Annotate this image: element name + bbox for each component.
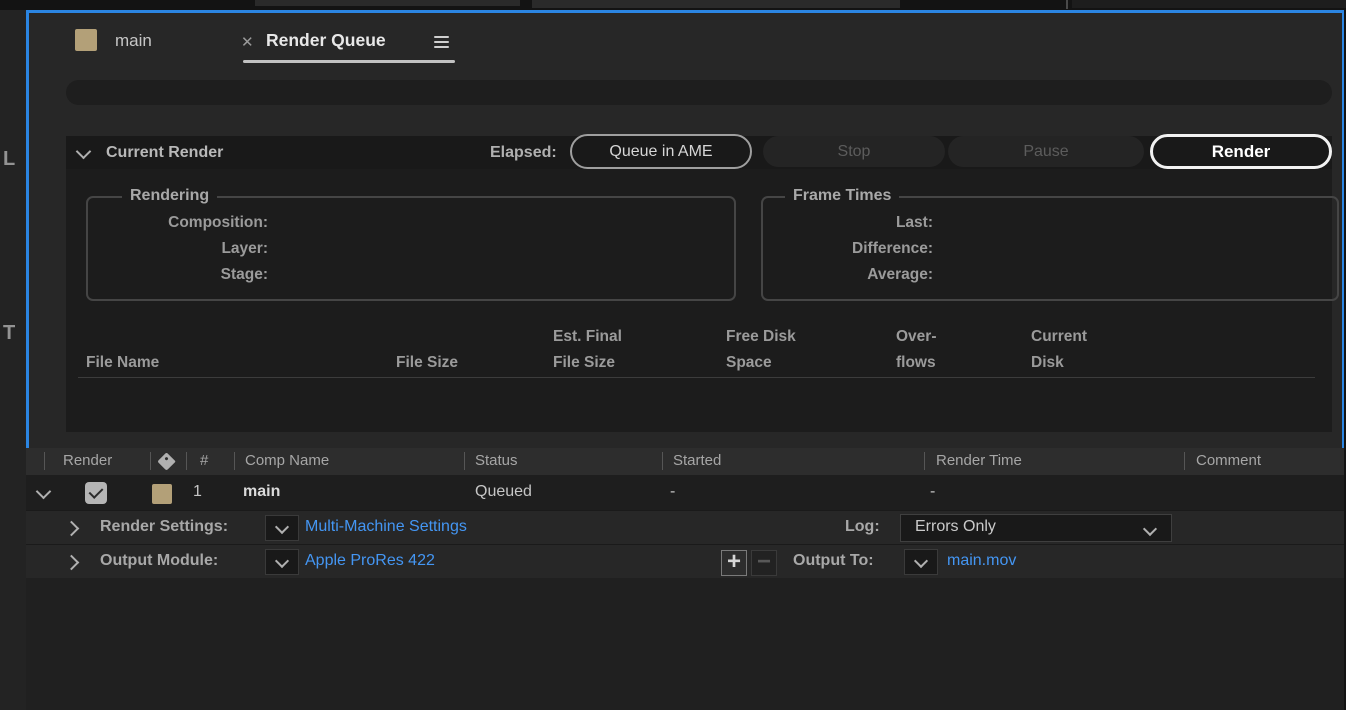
composition-label: Composition: [168, 214, 268, 231]
col-current-disk: Current Disk [1031, 328, 1087, 371]
row-comp-name[interactable]: main [243, 483, 280, 501]
frame-times-group-title: Frame Times [785, 187, 900, 205]
expand-render-settings-icon[interactable] [63, 520, 80, 537]
header-comment: Comment [1196, 452, 1262, 469]
header-comp-name: Comp Name [245, 452, 330, 469]
log-dropdown-value: Errors Only [915, 518, 996, 535]
column-separator [234, 452, 235, 470]
comp-tab-color-chip [75, 29, 97, 51]
column-separator [150, 452, 151, 470]
elapsed-label: Elapsed: [490, 144, 557, 161]
output-to-link[interactable]: main.mov [947, 552, 1016, 570]
output-module-row: Output Module: Apple ProRes 422 + − Outp… [26, 544, 1344, 578]
add-output-module-button[interactable]: + [721, 550, 747, 576]
rendering-group: Rendering Composition: Layer: Stage: [86, 187, 736, 301]
header-status: Status [475, 452, 518, 469]
output-module-dropdown-icon[interactable] [265, 549, 299, 575]
queue-table-header: Render # Comp Name Status Started Render… [26, 448, 1344, 475]
col-est-final-file-size: Est. Final File Size [553, 328, 622, 371]
queue-in-ame-button[interactable]: Queue in AME [570, 134, 752, 169]
output-to-dropdown-icon[interactable] [904, 549, 938, 575]
col-overflows: Over- flows [896, 328, 937, 371]
log-dropdown[interactable]: Errors Only [900, 514, 1172, 542]
column-separator [464, 452, 465, 470]
label-color-tag-icon [157, 452, 176, 471]
output-module-link[interactable]: Apple ProRes 422 [305, 552, 435, 570]
tab-composition-main[interactable]: main [115, 31, 152, 51]
chrome-fragment [255, 0, 520, 6]
edge-letter-top: L [3, 148, 16, 170]
stop-button: Stop [763, 136, 945, 167]
row-status: Queued [475, 483, 532, 500]
chrome-fragment [1072, 0, 1346, 8]
header-number: # [200, 452, 209, 469]
pause-button: Pause [948, 136, 1144, 167]
column-separator [662, 452, 663, 470]
last-label: Last: [895, 214, 933, 231]
header-render-time: Render Time [936, 452, 1022, 469]
chrome-fragment [532, 0, 900, 8]
column-separator [44, 452, 45, 470]
column-separator [924, 452, 925, 470]
render-progress-bar [66, 80, 1332, 105]
remove-output-module-button: − [751, 550, 777, 576]
output-to-label: Output To: [793, 552, 874, 569]
tab-render-queue[interactable]: Render Queue [266, 30, 386, 51]
header-render: Render [63, 452, 113, 469]
output-module-label: Output Module: [100, 552, 219, 569]
row-color-label-chip[interactable] [152, 484, 172, 504]
row-number: 1 [193, 483, 202, 500]
row-render-time: - [930, 483, 936, 500]
col-file-size: File Size [396, 354, 459, 371]
expand-output-module-icon[interactable] [63, 554, 80, 571]
row-started: - [670, 483, 676, 500]
queue-item-row: 1 main Queued - - [26, 475, 1344, 510]
edge-letter-bottom: T [3, 322, 16, 344]
rendering-group-title: Rendering [122, 187, 218, 205]
frame-times-group: Frame Times Last: Difference: Average: [761, 187, 1339, 301]
log-label: Log: [845, 518, 880, 535]
chevron-down-icon [1142, 521, 1158, 537]
render-settings-link[interactable]: Multi-Machine Settings [305, 518, 467, 536]
render-settings-label: Render Settings: [100, 518, 229, 535]
current-render-title: Current Render [106, 144, 224, 161]
column-separator [1184, 452, 1185, 470]
stage-label: Stage: [220, 266, 268, 283]
panel-menu-icon[interactable] [434, 33, 449, 51]
render-button[interactable]: Render [1150, 134, 1332, 169]
collapse-row-icon[interactable] [35, 483, 52, 500]
close-tab-icon[interactable]: ✕ [241, 33, 254, 51]
top-chrome-strip [0, 0, 1346, 10]
average-label: Average: [867, 266, 933, 283]
file-columns-rule [78, 377, 1315, 378]
active-tab-underline [243, 60, 455, 63]
render-checkbox[interactable] [85, 482, 107, 504]
difference-label: Difference: [852, 240, 933, 257]
render-settings-row: Render Settings: Multi-Machine Settings … [26, 510, 1344, 544]
column-separator [186, 452, 187, 470]
left-edge-strip: L T [0, 10, 26, 710]
header-started: Started [673, 452, 722, 469]
render-settings-dropdown-icon[interactable] [265, 515, 299, 541]
queue-empty-area [26, 578, 1344, 710]
col-free-disk-space: Free Disk Space [726, 328, 796, 371]
chrome-divider [1066, 0, 1068, 9]
layer-label: Layer: [221, 240, 268, 257]
collapse-current-render-icon[interactable] [75, 143, 92, 160]
col-file-name: File Name [86, 354, 160, 371]
current-render-section: Current Render Elapsed: Queue in AME Sto… [66, 134, 1339, 432]
